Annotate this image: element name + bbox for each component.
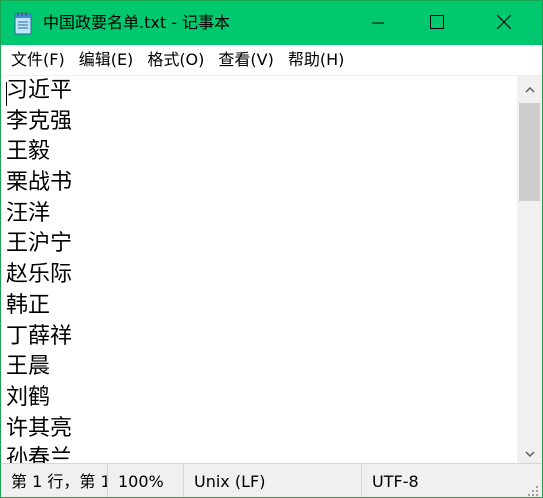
text-line: 王晨: [6, 354, 51, 380]
maximize-icon: [430, 14, 444, 33]
chevron-down-icon: [524, 442, 535, 461]
close-button[interactable]: [481, 1, 527, 45]
window-title: 中国政要名单.txt - 记事本: [43, 13, 231, 32]
scroll-up-button[interactable]: [517, 75, 542, 99]
text-line: 赵乐际: [6, 262, 73, 288]
text-caret: [6, 82, 7, 106]
minimize-button[interactable]: [355, 1, 401, 45]
chevron-up-icon: [524, 78, 535, 97]
text-line: 刘鹤: [6, 384, 51, 410]
notepad-icon: [13, 11, 33, 35]
text-line: 王毅: [6, 139, 51, 165]
resize-grip-icon[interactable]: [527, 482, 539, 496]
title-bar[interactable]: 中国政要名单.txt - 记事本: [1, 1, 542, 45]
menu-format[interactable]: 格式(O): [139, 45, 210, 75]
text-line: 习近平: [6, 78, 73, 103]
menu-view[interactable]: 查看(V): [210, 45, 279, 75]
status-bar: 第 1 行，第 1 列 100% Unix (LF) UTF-8: [1, 463, 542, 497]
text-line: 韩正: [6, 292, 51, 318]
text-line: 孙春兰: [6, 446, 73, 463]
text-line: 汪洋: [6, 200, 51, 226]
text-line: 丁薛祥: [6, 323, 73, 349]
minimize-icon: [372, 14, 384, 33]
zoom-level: 100%: [107, 464, 183, 497]
notepad-window: 中国政要名单.txt - 记事本 文件(F) 编辑(E) 格式(O) 查看(V)…: [0, 0, 543, 498]
text-editor[interactable]: 习近平 李克强 王毅 栗战书 汪洋 王沪宁 赵乐际 韩正 丁薛祥 王晨 刘鹤 许…: [1, 75, 517, 463]
text-line: 李克强: [6, 108, 73, 134]
text-line: 许其亮: [6, 415, 73, 441]
close-icon: [496, 14, 512, 33]
text-line: 栗战书: [6, 170, 73, 196]
maximize-button[interactable]: [414, 1, 460, 45]
menu-file[interactable]: 文件(F): [3, 45, 71, 75]
scrollbar-thumb[interactable]: [519, 103, 540, 201]
scroll-down-button[interactable]: [517, 439, 542, 463]
menu-bar: 文件(F) 编辑(E) 格式(O) 查看(V) 帮助(H): [1, 45, 542, 75]
cursor-position: 第 1 行，第 1 列: [11, 472, 107, 491]
text-line: 王沪宁: [6, 231, 73, 257]
menu-help[interactable]: 帮助(H): [280, 45, 351, 75]
encoding: UTF-8: [361, 464, 523, 497]
vertical-scrollbar[interactable]: [517, 75, 542, 463]
menu-edit[interactable]: 编辑(E): [71, 45, 140, 75]
line-ending: Unix (LF): [183, 464, 361, 497]
